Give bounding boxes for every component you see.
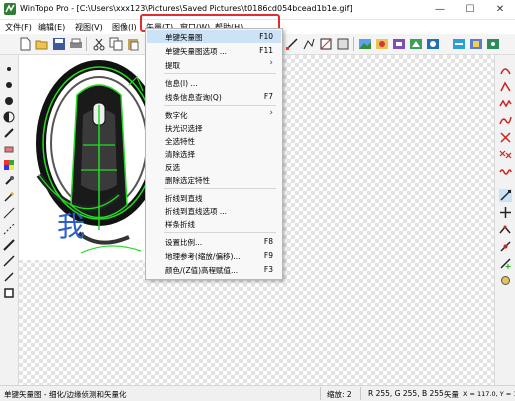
menu-item-clear-selection[interactable]: 清除选择 (147, 147, 281, 160)
vector-dropdown-menu: 单键矢量图 F10 单键矢量图选项 ... F11 提取 › 信息(I) ...… (145, 28, 283, 280)
spline-tool-icon[interactable] (499, 114, 512, 127)
zigzag-tool-icon[interactable] (499, 97, 512, 110)
move-node-tool-icon[interactable] (499, 206, 512, 219)
menu-item-elevation-assign[interactable]: 颜色/(Z值)高程赋值... F3 (147, 263, 281, 276)
add-node-tool-icon[interactable] (499, 257, 512, 270)
window-title: WinTopo Pro - [C:\Users\xxx123\Pictures\… (20, 4, 353, 13)
image-tool-4-icon[interactable] (409, 37, 423, 51)
menu-item-one-touch-vectorize[interactable]: 单键矢量图 F10 (147, 30, 281, 43)
menu-edit[interactable]: 编辑(E) (38, 22, 65, 33)
vector-tool-icon[interactable] (285, 37, 299, 51)
menu-file[interactable]: 文件(F) (5, 22, 32, 33)
menu-item-invert-selection[interactable]: 反选 (147, 160, 281, 173)
right-tool-strip (494, 55, 515, 385)
image-tool-5-icon[interactable] (426, 37, 440, 51)
pen-tool-icon[interactable] (3, 271, 15, 283)
menu-item-line-info-query[interactable]: 线条信息查询(Q) F7 (147, 90, 281, 103)
thick-line-tool-icon[interactable] (3, 239, 15, 251)
line-tool-icon[interactable] (3, 207, 15, 219)
status-coordinates: X = 117.0, Y = 170.0 (463, 390, 515, 398)
image-tool-2-icon[interactable] (375, 37, 389, 51)
crop-tool-icon[interactable] (336, 37, 350, 51)
cross-tool-icon[interactable] (499, 131, 512, 144)
close-button[interactable]: ✕ (485, 0, 515, 19)
color-fill-tool-icon[interactable] (3, 159, 15, 171)
diagonal-tool-icon[interactable] (3, 255, 15, 267)
point-tool-icon[interactable] (3, 63, 15, 75)
app-logo-icon (4, 3, 16, 15)
frame-tool-icon[interactable] (319, 37, 333, 51)
attribute-tool-icon[interactable] (499, 274, 512, 287)
menu-item-polyline-to-line[interactable]: 折线到直线 (147, 191, 281, 204)
wave-tool-icon[interactable] (499, 165, 512, 178)
submenu-arrow-icon: › (269, 58, 273, 68)
save-icon[interactable] (52, 37, 66, 51)
dot-large-tool-icon[interactable] (3, 95, 15, 107)
dashed-line-tool-icon[interactable] (3, 223, 15, 235)
polyline-tool-icon[interactable] (302, 37, 316, 51)
status-bar: 单键矢量图 - 细化/边缘侦测和矢量化 缩放: 2 R 255, G 255, … (0, 385, 515, 401)
menu-item-spline-polyline[interactable]: 样条折线 (147, 217, 281, 230)
dropper-tool-icon[interactable] (3, 175, 15, 187)
dot-tool-icon[interactable] (3, 79, 15, 91)
print-icon[interactable] (69, 37, 83, 51)
eraser-tool-icon[interactable] (3, 143, 15, 155)
status-color: R 255, G 255, B 255 (368, 389, 444, 398)
join-tool-icon[interactable] (499, 223, 512, 236)
menu-item-georeference[interactable]: 地理参考(缩放/偏移)... F9 (147, 249, 281, 262)
menu-item-polyline-to-line-options[interactable]: 折线到直线选项 ... (147, 204, 281, 217)
half-fill-tool-icon[interactable] (3, 111, 15, 123)
copy-icon[interactable] (109, 37, 123, 51)
menu-item-select-all[interactable]: 全选特性 (147, 134, 281, 147)
image-tool-7-icon[interactable] (469, 37, 483, 51)
menu-item-extract[interactable]: 提取 › (147, 58, 281, 71)
status-zoom: 缩放: 2 (327, 390, 352, 399)
raster-image: 我 (19, 55, 162, 260)
submenu-arrow-icon: › (269, 108, 273, 118)
brush-tool-icon[interactable] (3, 127, 15, 139)
image-tool-3-icon[interactable] (392, 37, 406, 51)
paste-icon[interactable] (126, 37, 140, 51)
status-message: 单键矢量图 - 细化/边缘侦测和矢量化 (4, 390, 127, 399)
image-tool-6-icon[interactable] (452, 37, 466, 51)
polygon-tool-icon[interactable] (499, 80, 512, 93)
select-node-tool-icon[interactable] (499, 189, 512, 202)
cut-icon[interactable] (92, 37, 106, 51)
wand-tool-icon[interactable] (3, 191, 15, 203)
rectangle-tool-icon[interactable] (3, 287, 15, 299)
maximize-button[interactable]: ☐ (455, 0, 485, 19)
menu-item-lasso-select[interactable]: 扶光识选择 (147, 121, 281, 134)
menu-image[interactable]: 图像(I) (112, 22, 137, 33)
curve-tool-icon[interactable] (499, 63, 512, 76)
image-tool-8-icon[interactable] (486, 37, 500, 51)
menu-item-digitize[interactable]: 数字化 › (147, 108, 281, 121)
menu-view[interactable]: 视图(V) (75, 22, 103, 33)
menu-item-one-touch-options[interactable]: 单键矢量图选项 ... F11 (147, 44, 281, 57)
image-tool-1-icon[interactable] (358, 37, 372, 51)
menu-item-set-scale[interactable]: 设置比例... F8 (147, 235, 281, 248)
handwritten-char: 我 (57, 210, 86, 243)
double-cross-tool-icon[interactable] (499, 148, 512, 161)
status-mode: 矢量 (444, 390, 459, 399)
split-tool-icon[interactable] (499, 240, 512, 253)
menu-item-info[interactable]: 信息(I) ... (147, 76, 281, 89)
open-folder-icon[interactable] (35, 37, 49, 51)
minimize-button[interactable]: — (425, 0, 455, 19)
left-tool-strip (0, 55, 19, 385)
menu-item-delete-selected[interactable]: 删除选定特性 (147, 173, 281, 186)
new-file-icon[interactable] (18, 37, 32, 51)
